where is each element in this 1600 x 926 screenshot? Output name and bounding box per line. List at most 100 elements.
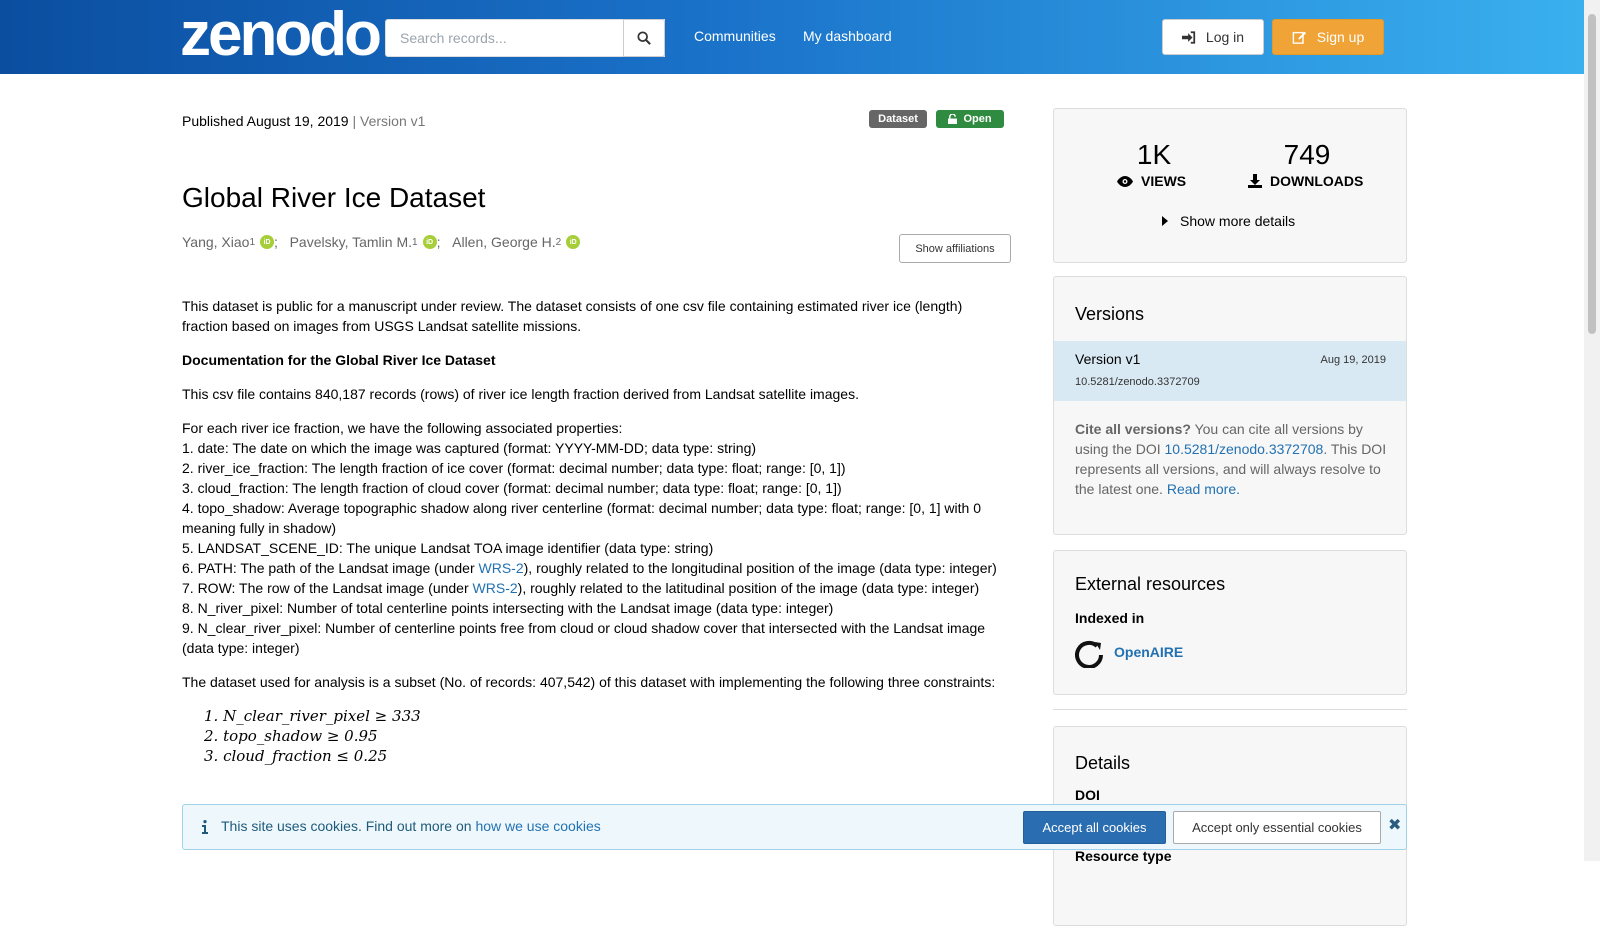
property-text: 6. PATH: The path of the Landsat image (… xyxy=(182,560,479,576)
description-intro: This dataset is public for a manuscript … xyxy=(182,298,963,334)
cookie-message: This site uses cookies. Find out more on… xyxy=(221,818,601,834)
versions-panel: Versions Version v1 Aug 19, 2019 10.5281… xyxy=(1053,276,1407,535)
download-icon xyxy=(1248,174,1262,188)
top-navbar: zenodo Communities My dashboard Log in S… xyxy=(0,0,1584,74)
documentation-heading: Documentation for the Global River Ice D… xyxy=(182,352,496,368)
version-label[interactable]: Version v1 xyxy=(1075,351,1140,367)
search-icon xyxy=(637,31,651,45)
eye-icon xyxy=(1117,175,1133,187)
published-date: August 19, 2019 xyxy=(246,113,349,129)
details-heading: Details xyxy=(1075,753,1131,773)
version-row-current[interactable]: Version v1 Aug 19, 2019 10.5281/zenodo.3… xyxy=(1054,341,1406,401)
author-name[interactable]: Allen, George H. xyxy=(452,234,556,250)
indexed-in-label: Indexed in xyxy=(1075,610,1145,626)
doi-label: DOI xyxy=(1075,787,1100,803)
csv-info: This csv file contains 840,187 records (… xyxy=(182,386,859,402)
author-separator: ; xyxy=(274,234,290,250)
author-affiliation-number: 1 xyxy=(412,236,418,248)
show-affiliations-button[interactable]: Show affiliations xyxy=(899,234,1011,263)
edit-icon xyxy=(1292,31,1306,44)
constraint-item: 1. N_clear_river_pixel ≥ 333 xyxy=(204,707,421,725)
signup-button[interactable]: Sign up xyxy=(1272,19,1384,55)
orcid-icon[interactable]: iD xyxy=(260,235,275,249)
search-button[interactable] xyxy=(623,19,665,57)
cite-all-versions: Cite all versions? You can cite all vers… xyxy=(1075,419,1390,499)
record-title: Global River Ice Dataset xyxy=(182,182,486,213)
views-label-text: VIEWS xyxy=(1141,173,1187,189)
resource-type-label: Resource type xyxy=(1075,848,1172,864)
property-text: 7. ROW: The row of the Landsat image (un… xyxy=(182,580,473,596)
author-name[interactable]: Yang, Xiao xyxy=(182,234,249,250)
views-label: VIEWS xyxy=(1117,173,1186,189)
signup-label: Sign up xyxy=(1316,29,1365,45)
version-date: Aug 19, 2019 xyxy=(1320,354,1386,366)
views-count: 1K xyxy=(1136,139,1172,170)
property-item: 5. LANDSAT_SCENE_ID: The unique Landsat … xyxy=(182,540,714,556)
downloads-label: DOWNLOADS xyxy=(1248,173,1363,189)
constraint-item: 2. topo_shadow ≥ 0.95 xyxy=(204,727,378,745)
property-text: ), roughly related to the latitudinal po… xyxy=(517,580,980,596)
close-icon[interactable]: ✖ xyxy=(1388,815,1401,835)
published-prefix: Published xyxy=(182,113,244,129)
orcid-icon[interactable]: iD xyxy=(566,235,581,249)
author-name[interactable]: Pavelsky, Tamlin M. xyxy=(290,234,412,250)
author-affiliation-number: 1 xyxy=(249,236,256,248)
accept-essential-cookies-button[interactable]: Accept only essential cookies xyxy=(1173,811,1381,844)
external-resources-heading: External resources xyxy=(1075,574,1226,594)
nav-my-dashboard[interactable]: My dashboard xyxy=(803,28,892,44)
constraint-item: 3. cloud_fraction ≤ 0.25 xyxy=(204,747,388,765)
wrs2-link[interactable]: WRS-2 xyxy=(479,560,524,576)
sidebar-divider xyxy=(1053,709,1407,710)
show-more-details-toggle[interactable]: Show more details xyxy=(1162,213,1295,229)
downloads-label-text: DOWNLOADS xyxy=(1270,173,1364,189)
cite-bold: Cite all versions? xyxy=(1075,421,1191,437)
cookie-policy-link[interactable]: how we use cookies xyxy=(475,818,600,834)
downloads-count: 749 xyxy=(1283,139,1331,170)
cookie-banner: This site uses cookies. Find out more on… xyxy=(182,804,1407,850)
version-separator: | xyxy=(352,113,357,129)
stats-panel: 1K VIEWS 749 DOWNLOADS Show more details xyxy=(1053,108,1407,263)
nav-communities[interactable]: Communities xyxy=(694,28,776,44)
record-description: This dataset is public for a manuscript … xyxy=(182,296,1010,766)
author-separator: ; xyxy=(436,234,453,250)
properties-intro: For each river ice fraction, we have the… xyxy=(182,420,623,436)
login-button[interactable]: Log in xyxy=(1162,19,1264,55)
access-label: Open xyxy=(963,113,992,125)
resource-type-badge[interactable]: Dataset xyxy=(869,110,927,128)
info-icon xyxy=(202,820,208,834)
property-item: 2. river_ice_fraction: The length fracti… xyxy=(182,460,846,476)
unlock-icon xyxy=(948,114,958,124)
accept-all-cookies-button[interactable]: Accept all cookies xyxy=(1023,811,1166,844)
property-item: 8. N_river_pixel: Number of total center… xyxy=(182,600,834,616)
page-scrollbar[interactable] xyxy=(1584,0,1600,861)
version-doi: 10.5281/zenodo.3372709 xyxy=(1075,376,1200,388)
property-text: ), roughly related to the longitudinal p… xyxy=(523,560,997,576)
wrs2-link[interactable]: WRS-2 xyxy=(473,580,518,596)
read-more-link[interactable]: Read more. xyxy=(1167,481,1240,497)
login-label: Log in xyxy=(1205,29,1245,45)
scrollbar-thumb[interactable] xyxy=(1588,14,1596,334)
property-item: 7. ROW: The row of the Landsat image (un… xyxy=(182,578,1010,598)
openaire-link[interactable]: OpenAIRE xyxy=(1114,644,1183,660)
property-item: 4. topo_shadow: Average topographic shad… xyxy=(182,500,981,536)
concept-doi-link[interactable]: 10.5281/zenodo.3372708 xyxy=(1165,441,1324,457)
versions-heading: Versions xyxy=(1075,304,1145,324)
zenodo-logo[interactable]: zenodo xyxy=(180,4,382,66)
record-version: Version v1 xyxy=(360,113,426,129)
orcid-icon[interactable]: iD xyxy=(422,235,437,249)
property-item: 3. cloud_fraction: The length fraction o… xyxy=(182,480,842,496)
external-resources-panel: External resources Indexed in OpenAIRE xyxy=(1053,550,1407,695)
author-list: Yang, Xiao 1 iD; Pavelsky, Tamlin M. 1 iD;… xyxy=(182,234,581,250)
openaire-logo-icon[interactable] xyxy=(1075,640,1103,668)
caret-right-icon xyxy=(1162,216,1168,226)
author-affiliation-number: 2 xyxy=(555,236,562,248)
subset-info: The dataset used for analysis is a subse… xyxy=(182,674,996,690)
property-item: 1. date: The date on which the image was… xyxy=(182,440,757,456)
property-item: 6. PATH: The path of the Landsat image (… xyxy=(182,558,1010,578)
sign-in-icon xyxy=(1181,30,1196,44)
publication-info: Published August 19, 2019 | Version v1 xyxy=(182,113,425,129)
access-badge[interactable]: Open xyxy=(936,110,1004,128)
property-item: 9. N_clear_river_pixel: Number of center… xyxy=(182,620,986,656)
cookie-text: This site uses cookies. Find out more on xyxy=(221,818,476,834)
show-more-details-label: Show more details xyxy=(1180,213,1296,229)
